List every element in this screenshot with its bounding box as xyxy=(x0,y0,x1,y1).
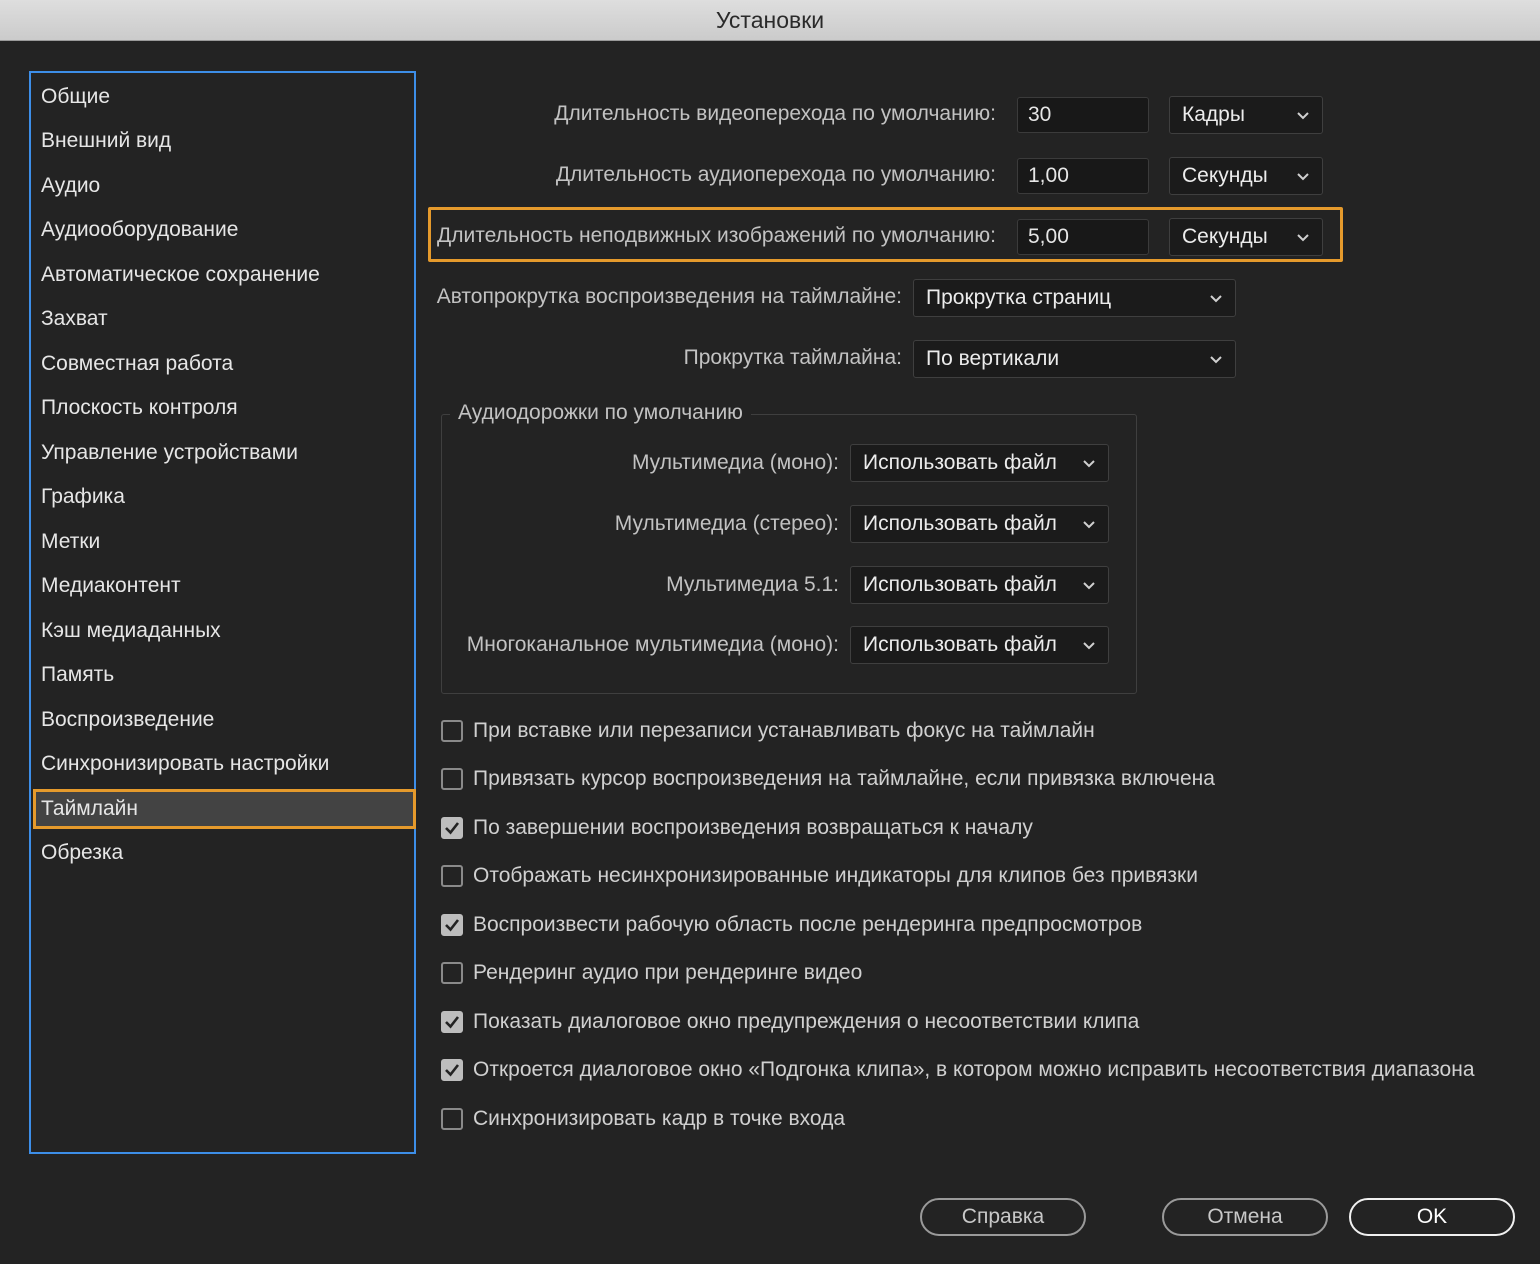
checkbox-label: Привязать курсор воспроизведения на тайм… xyxy=(473,767,1215,790)
still-image-unit-value: Секунды xyxy=(1182,225,1268,248)
checkmark-icon xyxy=(445,919,460,932)
timeline-scroll-label: Прокрутка таймлайна: xyxy=(683,346,902,369)
audio-track-51-label: Мультимедиа 5.1: xyxy=(666,573,839,596)
checkbox-row-play-work-area[interactable]: Воспроизвести рабочую область после ренд… xyxy=(441,910,1142,940)
audio-track-mono-dropdown[interactable]: Использовать файл xyxy=(850,444,1109,482)
sidebar-item-timeline[interactable]: Таймлайн xyxy=(33,789,416,829)
checkbox-label: Синхронизировать кадр в точке входа xyxy=(473,1107,846,1130)
chevron-down-icon xyxy=(1083,521,1095,529)
still-image-label: Длительность неподвижных изображений по … xyxy=(437,224,996,247)
timeline-scroll-value: По вертикали xyxy=(926,347,1060,370)
audio-track-51-dropdown[interactable]: Использовать файл xyxy=(850,566,1109,604)
sidebar-item-auto-save[interactable]: Автоматическое сохранение xyxy=(33,255,416,295)
checkbox-label: Показать диалоговое окно предупреждения … xyxy=(473,1010,1140,1033)
checkbox-label: По завершении воспроизведения возвращать… xyxy=(473,816,1033,839)
chevron-down-icon xyxy=(1210,356,1222,364)
checkbox-row-fit-clip-dialog[interactable]: Откроется диалоговое окно «Подгонка клип… xyxy=(441,1055,1475,1085)
checkbox-checked[interactable] xyxy=(441,817,463,839)
checkbox-label: Отображать несинхронизированные индикато… xyxy=(473,864,1198,887)
sidebar-item-graphics[interactable]: Графика xyxy=(33,477,416,517)
checkbox-checked[interactable] xyxy=(441,1011,463,1033)
sidebar-item-general[interactable]: Общие xyxy=(33,77,416,117)
checkbox[interactable] xyxy=(441,962,463,984)
video-transition-unit-dropdown[interactable]: Кадры xyxy=(1169,96,1323,134)
checkbox-row-return-to-start[interactable]: По завершении воспроизведения возвращать… xyxy=(441,813,1033,843)
still-image-unit-dropdown[interactable]: Секунды xyxy=(1169,218,1323,256)
audio-transition-label: Длительность аудиоперехода по умолчанию: xyxy=(555,163,996,186)
sidebar-item-appearance[interactable]: Внешний вид xyxy=(33,121,416,161)
checkbox-row-snap-playhead[interactable]: Привязать курсор воспроизведения на тайм… xyxy=(441,764,1215,794)
checkbox-label: Откроется диалоговое окно «Подгонка клип… xyxy=(473,1058,1475,1081)
sidebar-item-audio-hardware[interactable]: Аудиооборудование xyxy=(33,210,416,250)
sidebar-item-media[interactable]: Медиаконтент xyxy=(33,566,416,606)
cancel-button[interactable]: Отмена xyxy=(1162,1198,1328,1236)
checkbox-checked[interactable] xyxy=(441,1059,463,1081)
sidebar-item-collaboration[interactable]: Совместная работа xyxy=(33,344,416,384)
audio-tracks-group-title: Аудиодорожки по умолчанию xyxy=(450,401,751,425)
audio-track-mono-value: Использовать файл xyxy=(863,451,1057,474)
video-transition-unit-value: Кадры xyxy=(1182,103,1245,126)
audio-transition-unit-dropdown[interactable]: Секунды xyxy=(1169,157,1323,195)
sidebar-item-playback[interactable]: Воспроизведение xyxy=(33,700,416,740)
sidebar-item-capture[interactable]: Захват xyxy=(33,299,416,339)
checkbox-row-sync-frame-in-point[interactable]: Синхронизировать кадр в точке входа xyxy=(441,1104,845,1134)
checkbox-label: Рендеринг аудио при рендеринге видео xyxy=(473,961,863,984)
chevron-down-icon xyxy=(1210,295,1222,303)
still-image-input[interactable]: 5,00 xyxy=(1017,219,1149,255)
checkbox-row-clip-mismatch-warning[interactable]: Показать диалоговое окно предупреждения … xyxy=(441,1007,1139,1037)
checkmark-icon xyxy=(445,1064,460,1077)
sidebar-item-media-cache[interactable]: Кэш медиаданных xyxy=(33,611,416,651)
chevron-down-icon xyxy=(1083,460,1095,468)
audio-transition-unit-value: Секунды xyxy=(1182,164,1268,187)
sidebar-item-device-control[interactable]: Управление устройствами xyxy=(33,433,416,473)
chevron-down-icon xyxy=(1297,234,1309,242)
sidebar-item-audio[interactable]: Аудио xyxy=(33,166,416,206)
checkbox-checked[interactable] xyxy=(441,914,463,936)
autoscroll-label: Автопрокрутка воспроизведения на таймлай… xyxy=(436,285,902,308)
checkbox[interactable] xyxy=(441,1108,463,1130)
preferences-category-list[interactable]: Общие Внешний вид Аудио Аудиооборудовани… xyxy=(29,71,416,1154)
sidebar-item-sync-settings[interactable]: Синхронизировать настройки xyxy=(33,744,416,784)
checkbox-label: При вставке или перезаписи устанавливать… xyxy=(473,719,1095,742)
checkbox-row-render-audio[interactable]: Рендеринг аудио при рендеринге видео xyxy=(441,958,862,988)
sidebar-item-memory[interactable]: Память xyxy=(33,655,416,695)
checkbox[interactable] xyxy=(441,720,463,742)
sidebar-item-labels[interactable]: Метки xyxy=(33,522,416,562)
audio-transition-input[interactable]: 1,00 xyxy=(1017,158,1149,194)
autoscroll-dropdown[interactable]: Прокрутка страниц xyxy=(913,279,1236,317)
checkbox-row-focus-timeline[interactable]: При вставке или перезаписи устанавливать… xyxy=(441,716,1095,746)
video-transition-input[interactable]: 30 xyxy=(1017,97,1149,133)
window-titlebar: Установки xyxy=(0,0,1540,41)
checkmark-icon xyxy=(445,822,460,835)
ok-button[interactable]: OK xyxy=(1349,1198,1515,1236)
checkbox[interactable] xyxy=(441,865,463,887)
checkmark-icon xyxy=(445,1016,460,1029)
audio-track-stereo-value: Использовать файл xyxy=(863,512,1057,535)
audio-track-stereo-dropdown[interactable]: Использовать файл xyxy=(850,505,1109,543)
audio-track-51-value: Использовать файл xyxy=(863,573,1057,596)
chevron-down-icon xyxy=(1297,173,1309,181)
help-button[interactable]: Справка xyxy=(920,1198,1086,1236)
checkbox[interactable] xyxy=(441,768,463,790)
audio-track-stereo-label: Мультимедиа (стерео): xyxy=(614,512,839,535)
video-transition-label: Длительность видеоперехода по умолчанию: xyxy=(554,102,996,125)
audio-track-multichannel-dropdown[interactable]: Использовать файл xyxy=(850,626,1109,664)
chevron-down-icon xyxy=(1083,642,1095,650)
chevron-down-icon xyxy=(1297,112,1309,120)
audio-track-mono-label: Мультимедиа (моно): xyxy=(631,451,839,474)
window-title: Установки xyxy=(715,6,825,33)
checkbox-label: Воспроизвести рабочую область после ренд… xyxy=(473,913,1143,936)
chevron-down-icon xyxy=(1083,582,1095,590)
sidebar-item-trim[interactable]: Обрезка xyxy=(33,833,416,873)
autoscroll-value: Прокрутка страниц xyxy=(926,286,1112,309)
audio-track-multichannel-value: Использовать файл xyxy=(863,633,1057,656)
checkbox-row-out-of-sync-indicators[interactable]: Отображать несинхронизированные индикато… xyxy=(441,861,1198,891)
timeline-scroll-dropdown[interactable]: По вертикали xyxy=(913,340,1236,378)
sidebar-item-control-surface[interactable]: Плоскость контроля xyxy=(33,388,416,428)
audio-track-multichannel-label: Многоканальное мультимедиа (моно): xyxy=(466,633,839,656)
